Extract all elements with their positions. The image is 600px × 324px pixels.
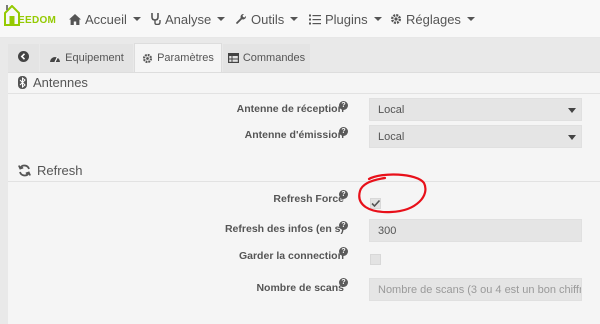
jeedom-logo[interactable]: EEDOM (4, 5, 56, 33)
refresh-icon (18, 164, 31, 177)
nav-reglages[interactable]: Réglages (390, 11, 475, 27)
section-antennes-label: Antennes (33, 75, 88, 90)
stethoscope-icon (151, 13, 161, 25)
select-antenne-emission-value: Local (378, 130, 405, 143)
chevron-down-icon (568, 135, 576, 140)
select-antenne-emission[interactable]: Local (369, 125, 582, 148)
home-icon (69, 13, 81, 25)
chevron-down-icon (373, 17, 382, 21)
tab-bar: Equipement Paramètres Commandes (8, 40, 600, 73)
chevron-down-icon (568, 108, 576, 113)
help-icon[interactable]: ? (339, 221, 348, 230)
tab-back[interactable] (8, 44, 39, 72)
page-content: Equipement Paramètres Commandes Antennes… (0, 38, 600, 324)
label-nombre-scans: Nombre de scans (256, 282, 344, 294)
label-antenne-reception: Antenne de réception (236, 103, 344, 115)
tab-equipement-label: Equipement (65, 52, 124, 64)
section-refresh-label: Refresh (37, 163, 83, 178)
bluetooth-icon (18, 76, 27, 89)
chevron-down-icon (290, 17, 299, 21)
help-icon[interactable]: ? (339, 278, 348, 287)
table-icon (227, 53, 239, 63)
nav-accueil-label: Accueil (85, 11, 127, 27)
nav-plugins-label: Plugins (325, 11, 368, 27)
chevron-down-icon (466, 17, 475, 21)
back-arrow-icon (18, 51, 29, 65)
label-keep-connection: Garder la connection (238, 250, 344, 262)
nav-analyse[interactable]: Analyse (151, 11, 226, 27)
label-antenne-emission: Antenne d'émission (244, 129, 344, 141)
gears-icon (142, 53, 153, 64)
tab-parametres-label: Paramètres (157, 52, 214, 64)
help-icon[interactable]: ? (339, 247, 348, 256)
nav-analyse-label: Analyse (165, 11, 212, 27)
select-antenne-reception-value: Local (378, 103, 405, 116)
input-refresh-interval[interactable]: 300 (369, 219, 582, 242)
nav-accueil[interactable]: Accueil (69, 11, 141, 27)
help-icon[interactable]: ? (339, 190, 348, 199)
section-refresh-title: Refresh (18, 163, 83, 178)
chevron-down-icon (217, 17, 226, 21)
top-navbar: EEDOM Accueil Analyse Outils Plugins Rég (0, 0, 600, 38)
checkmark-icon (371, 199, 381, 208)
tab-equipement[interactable]: Equipement (40, 44, 133, 72)
logo-text: EEDOM (18, 15, 57, 26)
wrench-icon (235, 13, 247, 25)
input-nombre-scans-placeholder: Nombre de scans (3 ou 4 est un bon chiff… (378, 283, 582, 296)
label-refresh-force: Refresh Forcé (273, 193, 344, 205)
dashboard-icon (49, 53, 61, 63)
select-antenne-reception[interactable]: Local (369, 98, 582, 121)
nav-outils[interactable]: Outils (235, 11, 299, 27)
help-icon[interactable]: ? (339, 101, 348, 110)
section-divider (8, 93, 600, 94)
nav-outils-label: Outils (251, 11, 285, 27)
chevron-down-icon (132, 17, 141, 21)
section-antennes-title: Antennes (18, 75, 88, 90)
gear-icon (390, 13, 402, 25)
help-icon[interactable]: ? (339, 127, 348, 136)
nav-reglages-label: Réglages (406, 11, 461, 27)
list-icon (309, 14, 321, 25)
tab-commandes-label: Commandes (242, 52, 306, 64)
checkbox-keep-connection[interactable] (370, 254, 381, 265)
parametres-panel: Antennes Antenne de réception ? Local An… (8, 72, 600, 324)
label-refresh-interval: Refresh des infos (en s) (224, 223, 344, 235)
tab-parametres[interactable]: Paramètres (134, 43, 222, 73)
input-nombre-scans[interactable]: Nombre de scans (3 ou 4 est un bon chiff… (369, 278, 582, 301)
checkbox-refresh-force[interactable] (370, 198, 381, 209)
input-refresh-interval-value: 300 (378, 224, 397, 237)
tab-commandes[interactable]: Commandes (223, 44, 310, 72)
section-divider (8, 181, 600, 182)
nav-plugins[interactable]: Plugins (309, 11, 382, 27)
